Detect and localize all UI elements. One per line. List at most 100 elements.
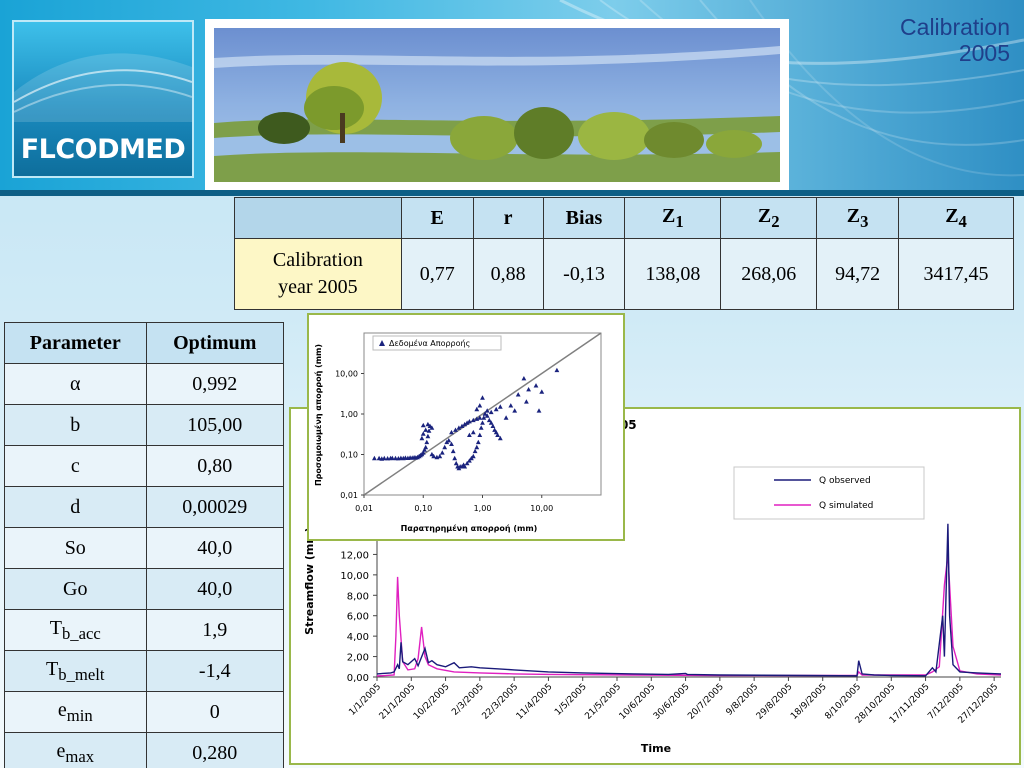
x-tick-label: 1/5/2005 [553,682,589,718]
x-tick-label: 29/8/2005 [755,682,795,722]
slide-title-line2: 2005 [958,40,1010,66]
x-tick-label: 1/1/2005 [347,682,383,718]
x-tick-label: 1,00 [474,504,492,513]
y-tick-label: 8,00 [347,591,369,602]
y-tick-label: 0,00 [347,673,369,684]
y-tick-label: 2,00 [347,653,369,664]
stats-value-cell: 94,72 [816,238,900,310]
stats-header-row: E r Bias Z1 Z2 Z3 Z4 [234,197,1014,239]
param-value-cell: 40,0 [145,568,285,610]
x-tick-label: 0,10 [414,504,432,513]
stats-value-cell: -0,13 [542,238,626,310]
header-banner: FLCODMED Calibration 2005 [0,0,1024,196]
param-value-cell: 105,00 [145,404,285,446]
table-row: emin 0 [4,691,285,733]
stats-header-cell: Z2 [720,197,818,239]
param-name-cell: d [4,486,147,528]
legend-box [733,466,925,520]
y-tick-label: 10,00 [335,370,358,379]
x-tick-label: 9/8/2005 [725,682,761,718]
param-value-cell: 1,9 [145,609,285,651]
stats-header-cell: Bias [542,197,626,239]
x-tick-label: 0,01 [355,504,373,513]
x-tick-label: 10/2/2005 [412,682,452,722]
header-divider [0,190,1024,196]
landscape-photo [205,19,789,191]
x-axis-label: Παρατηρημένη απορροή (mm) [401,523,538,533]
legend-label: Q observed [819,476,871,486]
table-row: emax 0,280 [4,732,285,768]
x-tick-label: 21/5/2005 [583,682,623,722]
param-name-cell: emin [4,691,147,733]
legend-label: Δεδομένα Απορροής [389,338,470,348]
x-tick-label: 2/3/2005 [450,682,486,718]
logo-text: FLCODMED [20,134,186,165]
param-value-cell: 40,0 [145,527,285,569]
param-value-cell: 0,00029 [145,486,285,528]
y-tick-label: 4,00 [347,632,369,643]
param-header-cell: Optimum [145,322,285,364]
stats-value-cell: 0,88 [472,238,544,310]
table-row: Tb_acc 1,9 [4,609,285,651]
logo-wave-icon [13,53,193,123]
y-tick-label: 0,01 [340,491,358,500]
table-row: d 0,00029 [4,486,285,528]
param-name-cell: c [4,445,147,487]
stats-header-cell: Z1 [624,197,722,239]
x-tick-label: 18/9/2005 [789,682,829,722]
stats-row-label: Calibration year 2005 [234,238,402,310]
param-value-cell: 0,280 [145,732,285,768]
param-name-cell: Go [4,568,147,610]
slide-title-line1: Calibration [900,14,1010,40]
y-axis-label: Προσομοιωμένη απορροή (mm) [313,344,323,486]
flooded-landscape-image [214,28,780,182]
table-row: Go 40,0 [4,568,285,610]
table-row: b 105,00 [4,404,285,446]
stats-header-empty [234,197,402,239]
y-tick-label: 1,00 [340,410,358,419]
param-header-row: Parameter Optimum [4,322,285,364]
stats-header-cell: r [472,197,544,239]
param-name-cell: Tb_acc [4,609,147,651]
x-tick-label: 10,00 [530,504,553,513]
stats-header-cell: Z3 [816,197,900,239]
scatter-chart: 0,01 0,10 1,00 10,00 0,01 0,10 1,00 10,00 Προσομ… [307,313,625,541]
x-tick-label: 11/4/2005 [515,682,555,722]
y-tick-label: 12,00 [340,550,369,561]
param-value-cell: 0,992 [145,363,285,405]
logo: FLCODMED [12,20,194,178]
calibration-stats-table: E r Bias Z1 Z2 Z3 Z4 Calibration year 20… [234,197,1014,310]
y-tick-label: 10,00 [340,571,369,582]
legend-label: Q simulated [819,501,873,511]
stats-value-cell: 138,08 [624,238,722,310]
param-name-cell: So [4,527,147,569]
table-row: Tb_melt -1,4 [4,650,285,692]
stats-header-cell: E [400,197,474,239]
y-axis-label: Streamflow (mm) [303,527,316,635]
stats-value-row: Calibration year 2005 0,77 0,88 -0,13 13… [234,238,1014,310]
stats-value-cell: 3417,45 [898,238,1014,310]
series-line-q-simulated [376,554,1002,677]
param-value-cell: -1,4 [145,650,285,692]
y-tick-label: 0,10 [340,451,358,460]
x-axis-label: Time [641,742,671,755]
table-row: c 0,80 [4,445,285,487]
param-header-cell: Parameter [4,322,147,364]
series-line-q-observed [376,523,1002,677]
param-value-cell: 0 [145,691,285,733]
scatter-chart-svg: 0,01 0,10 1,00 10,00 0,01 0,10 1,00 10,00 Προσομ… [313,332,602,533]
stats-value-cell: 0,77 [400,238,474,310]
table-row: α 0,992 [4,363,285,405]
param-value-cell: 0,80 [145,445,285,487]
x-tick-label: 22/3/2005 [481,682,521,722]
x-tick-label: 10/6/2005 [618,682,658,722]
table-row: So 40,0 [4,527,285,569]
x-tick-label: 20/7/2005 [686,682,726,722]
param-name-cell: b [4,404,147,446]
x-tick-label: 21/1/2005 [378,682,418,722]
x-tick-label: 30/6/2005 [652,682,692,722]
slide-title: Calibration 2005 [900,14,1010,66]
parameter-table: Parameter Optimum α 0,992 b 105,00 c 0,80 d… [4,322,285,768]
stats-header-cell: Z4 [898,197,1014,239]
stats-value-cell: 268,06 [720,238,818,310]
